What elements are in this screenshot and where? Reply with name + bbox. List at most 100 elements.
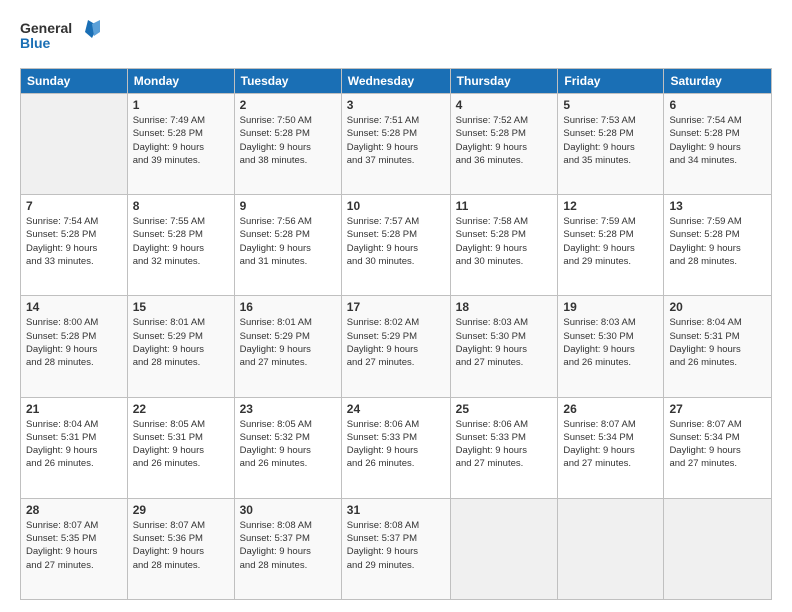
calendar-cell: 9 Sunrise: 7:56 AM Sunset: 5:28 PM Daylig… (234, 195, 341, 296)
calendar-cell: 7Sunrise: 7:54 AM Sunset: 5:28 PM Daylig… (21, 195, 128, 296)
calendar-cell: 22Sunrise: 8:05 AM Sunset: 5:31 PM Dayli… (127, 397, 234, 498)
calendar-cell: 3Sunrise: 7:51 AM Sunset: 5:28 PM Daylig… (341, 94, 450, 195)
calendar-cell: 5 Sunrise: 7:53 AM Sunset: 5:28 PM Daylig… (558, 94, 664, 195)
weekday-header: Monday (127, 69, 234, 94)
calendar-cell: 17 Sunrise: 8:02 AM Sunset: 5:29 PM Dayli… (341, 296, 450, 397)
calendar-cell: 26Sunrise: 8:07 AM Sunset: 5:34 PM Dayli… (558, 397, 664, 498)
day-info: Sunrise: 8:05 AM Sunset: 5:32 PM Dayligh… (240, 418, 336, 471)
weekday-header: Thursday (450, 69, 558, 94)
day-number: 7 (26, 199, 122, 213)
day-info: Sunrise: 8:03 AM Sunset: 5:30 PM Dayligh… (456, 316, 553, 369)
calendar-cell: 11Sunrise: 7:58 AM Sunset: 5:28 PM Dayli… (450, 195, 558, 296)
day-info: Sunrise: 7:54 AM Sunset: 5:28 PM Dayligh… (669, 114, 766, 167)
calendar-cell: 1 Sunrise: 7:49 AM Sunset: 5:28 PM Daylig… (127, 94, 234, 195)
calendar-table: SundayMondayTuesdayWednesdayThursdayFrid… (20, 68, 772, 600)
day-number: 2 (240, 98, 336, 112)
day-number: 17 (347, 300, 445, 314)
calendar-cell: 6 Sunrise: 7:54 AM Sunset: 5:28 PM Daylig… (664, 94, 772, 195)
calendar-cell: 28Sunrise: 8:07 AM Sunset: 5:35 PM Dayli… (21, 498, 128, 599)
calendar-cell (558, 498, 664, 599)
calendar-cell: 19 Sunrise: 8:03 AM Sunset: 5:30 PM Dayli… (558, 296, 664, 397)
calendar-cell: 4Sunrise: 7:52 AM Sunset: 5:28 PM Daylig… (450, 94, 558, 195)
weekday-header: Friday (558, 69, 664, 94)
day-info: Sunrise: 8:06 AM Sunset: 5:33 PM Dayligh… (347, 418, 445, 471)
calendar-cell: 23 Sunrise: 8:05 AM Sunset: 5:32 PM Dayli… (234, 397, 341, 498)
day-number: 8 (133, 199, 229, 213)
calendar-cell (450, 498, 558, 599)
weekday-header: Saturday (664, 69, 772, 94)
calendar-cell (664, 498, 772, 599)
calendar-cell: 30Sunrise: 8:08 AM Sunset: 5:37 PM Dayli… (234, 498, 341, 599)
calendar-cell: 15Sunrise: 8:01 AM Sunset: 5:29 PM Dayli… (127, 296, 234, 397)
calendar-cell: 20 Sunrise: 8:04 AM Sunset: 5:31 PM Dayli… (664, 296, 772, 397)
calendar-week-row: 7Sunrise: 7:54 AM Sunset: 5:28 PM Daylig… (21, 195, 772, 296)
day-number: 19 (563, 300, 658, 314)
day-number: 16 (240, 300, 336, 314)
svg-text:Blue: Blue (20, 35, 51, 51)
header: General Blue (20, 18, 772, 58)
day-number: 20 (669, 300, 766, 314)
day-number: 23 (240, 402, 336, 416)
day-info: Sunrise: 7:56 AM Sunset: 5:28 PM Dayligh… (240, 215, 336, 268)
calendar-week-row: 14 Sunrise: 8:00 AM Sunset: 5:28 PM Dayli… (21, 296, 772, 397)
calendar-cell: 13 Sunrise: 7:59 AM Sunset: 5:28 PM Dayli… (664, 195, 772, 296)
calendar-cell: 31 Sunrise: 8:08 AM Sunset: 5:37 PM Dayli… (341, 498, 450, 599)
day-info: Sunrise: 8:08 AM Sunset: 5:37 PM Dayligh… (347, 519, 445, 572)
day-number: 21 (26, 402, 122, 416)
day-info: Sunrise: 7:51 AM Sunset: 5:28 PM Dayligh… (347, 114, 445, 167)
day-info: Sunrise: 8:04 AM Sunset: 5:31 PM Dayligh… (26, 418, 122, 471)
day-info: Sunrise: 8:00 AM Sunset: 5:28 PM Dayligh… (26, 316, 122, 369)
day-number: 31 (347, 503, 445, 517)
day-info: Sunrise: 8:02 AM Sunset: 5:29 PM Dayligh… (347, 316, 445, 369)
calendar-cell: 29 Sunrise: 8:07 AM Sunset: 5:36 PM Dayli… (127, 498, 234, 599)
day-number: 9 (240, 199, 336, 213)
day-info: Sunrise: 8:06 AM Sunset: 5:33 PM Dayligh… (456, 418, 553, 471)
day-number: 12 (563, 199, 658, 213)
day-number: 1 (133, 98, 229, 112)
day-info: Sunrise: 7:59 AM Sunset: 5:28 PM Dayligh… (669, 215, 766, 268)
day-info: Sunrise: 8:07 AM Sunset: 5:34 PM Dayligh… (563, 418, 658, 471)
day-info: Sunrise: 8:04 AM Sunset: 5:31 PM Dayligh… (669, 316, 766, 369)
calendar-cell: 8 Sunrise: 7:55 AM Sunset: 5:28 PM Daylig… (127, 195, 234, 296)
day-info: Sunrise: 8:03 AM Sunset: 5:30 PM Dayligh… (563, 316, 658, 369)
calendar-cell (21, 94, 128, 195)
weekday-header: Sunday (21, 69, 128, 94)
day-info: Sunrise: 7:55 AM Sunset: 5:28 PM Dayligh… (133, 215, 229, 268)
calendar-cell: 12 Sunrise: 7:59 AM Sunset: 5:28 PM Dayli… (558, 195, 664, 296)
day-number: 6 (669, 98, 766, 112)
day-info: Sunrise: 8:07 AM Sunset: 5:34 PM Dayligh… (669, 418, 766, 471)
day-info: Sunrise: 8:01 AM Sunset: 5:29 PM Dayligh… (240, 316, 336, 369)
calendar-cell: 21 Sunrise: 8:04 AM Sunset: 5:31 PM Dayli… (21, 397, 128, 498)
logo: General Blue (20, 18, 100, 58)
day-number: 29 (133, 503, 229, 517)
day-number: 5 (563, 98, 658, 112)
calendar-cell: 14 Sunrise: 8:00 AM Sunset: 5:28 PM Dayli… (21, 296, 128, 397)
calendar-week-row: 28Sunrise: 8:07 AM Sunset: 5:35 PM Dayli… (21, 498, 772, 599)
day-info: Sunrise: 7:59 AM Sunset: 5:28 PM Dayligh… (563, 215, 658, 268)
day-info: Sunrise: 8:07 AM Sunset: 5:35 PM Dayligh… (26, 519, 122, 572)
calendar-cell: 2 Sunrise: 7:50 AM Sunset: 5:28 PM Daylig… (234, 94, 341, 195)
day-info: Sunrise: 8:05 AM Sunset: 5:31 PM Dayligh… (133, 418, 229, 471)
calendar-cell: 16 Sunrise: 8:01 AM Sunset: 5:29 PM Dayli… (234, 296, 341, 397)
day-info: Sunrise: 7:50 AM Sunset: 5:28 PM Dayligh… (240, 114, 336, 167)
weekday-header: Tuesday (234, 69, 341, 94)
calendar-page: General Blue SundayMondayTuesdayWednesda… (0, 0, 792, 612)
day-number: 15 (133, 300, 229, 314)
calendar-cell: 25 Sunrise: 8:06 AM Sunset: 5:33 PM Dayli… (450, 397, 558, 498)
day-number: 13 (669, 199, 766, 213)
day-number: 30 (240, 503, 336, 517)
day-number: 25 (456, 402, 553, 416)
day-number: 4 (456, 98, 553, 112)
day-number: 24 (347, 402, 445, 416)
svg-text:General: General (20, 20, 72, 36)
day-info: Sunrise: 7:53 AM Sunset: 5:28 PM Dayligh… (563, 114, 658, 167)
day-info: Sunrise: 7:57 AM Sunset: 5:28 PM Dayligh… (347, 215, 445, 268)
day-info: Sunrise: 7:58 AM Sunset: 5:28 PM Dayligh… (456, 215, 553, 268)
day-info: Sunrise: 8:07 AM Sunset: 5:36 PM Dayligh… (133, 519, 229, 572)
calendar-cell: 10Sunrise: 7:57 AM Sunset: 5:28 PM Dayli… (341, 195, 450, 296)
calendar-cell: 24 Sunrise: 8:06 AM Sunset: 5:33 PM Dayli… (341, 397, 450, 498)
day-number: 14 (26, 300, 122, 314)
day-number: 18 (456, 300, 553, 314)
logo-svg: General Blue (20, 18, 100, 58)
day-info: Sunrise: 7:49 AM Sunset: 5:28 PM Dayligh… (133, 114, 229, 167)
